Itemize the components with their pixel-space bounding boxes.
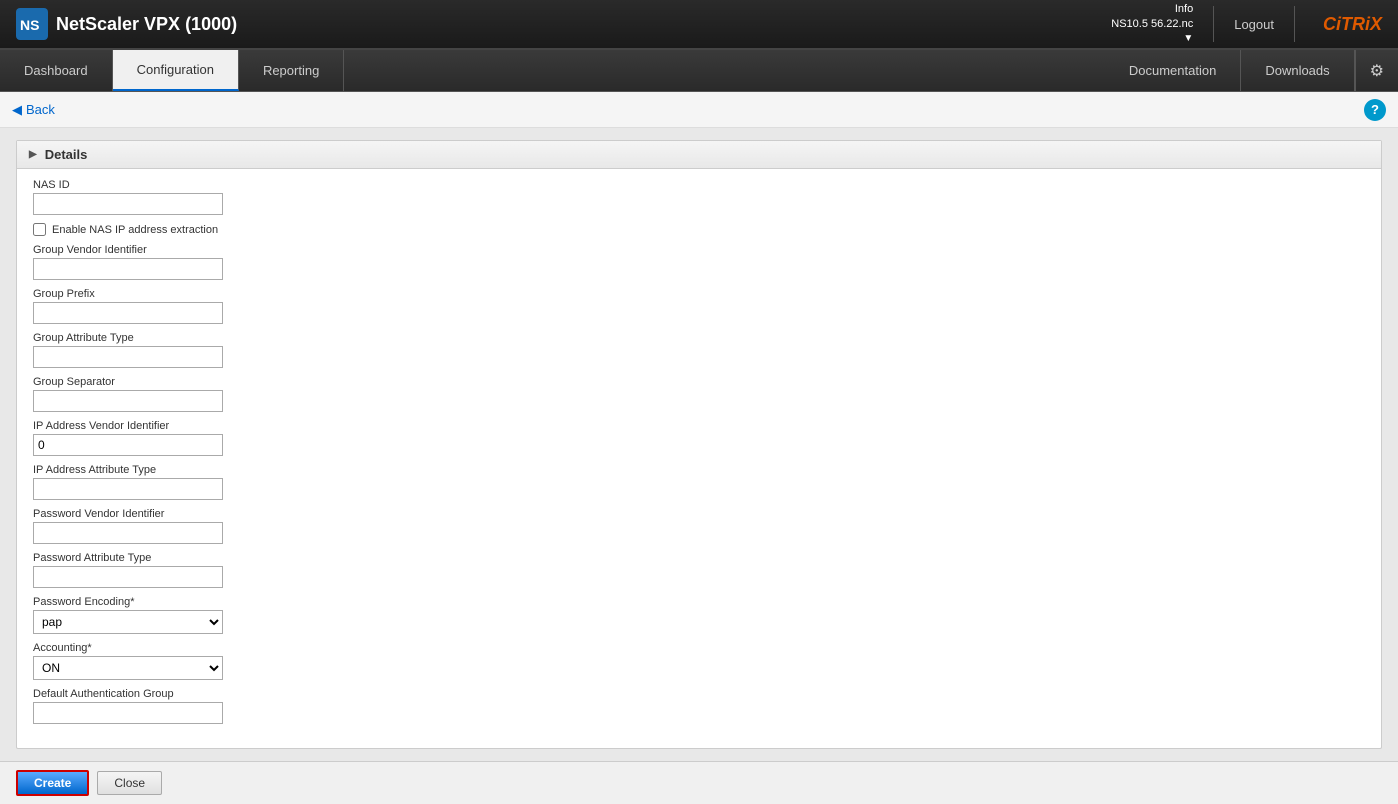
group-prefix-input[interactable] bbox=[33, 302, 223, 324]
panel-header: ▶ Details bbox=[17, 141, 1381, 169]
navbar: Dashboard Configuration Reporting Docume… bbox=[0, 50, 1398, 92]
group-attribute-type-label: Group Attribute Type bbox=[33, 332, 1365, 344]
enable-nas-group: Enable NAS IP address extraction bbox=[33, 223, 1365, 236]
nav-reporting[interactable]: Reporting bbox=[239, 50, 344, 91]
group-prefix-label: Group Prefix bbox=[33, 288, 1365, 300]
footer: Create Close bbox=[0, 761, 1398, 804]
topbar-right: Info NS10.5 56.22.nc ▼ Logout CiTRiX bbox=[1111, 2, 1382, 47]
password-vendor-identifier-group: Password Vendor Identifier bbox=[33, 508, 1365, 544]
version-dropdown-icon[interactable]: ▼ bbox=[1113, 32, 1193, 46]
enable-nas-label: Enable NAS IP address extraction bbox=[52, 224, 218, 236]
panel-body: NAS ID Enable NAS IP address extraction … bbox=[17, 169, 1381, 748]
ip-address-attribute-type-label: IP Address Attribute Type bbox=[33, 464, 1365, 476]
password-encoding-label: Password Encoding* bbox=[33, 596, 1365, 608]
accounting-select[interactable]: ON OFF bbox=[33, 656, 223, 680]
group-attribute-type-input[interactable] bbox=[33, 346, 223, 368]
group-vendor-identifier-label: Group Vendor Identifier bbox=[33, 244, 1365, 256]
default-authentication-group-label: Default Authentication Group bbox=[33, 688, 1365, 700]
ip-address-vendor-identifier-input[interactable] bbox=[33, 434, 223, 456]
help-button[interactable]: ? bbox=[1364, 99, 1386, 121]
nas-id-label: NAS ID bbox=[33, 179, 1365, 191]
accounting-label: Accounting* bbox=[33, 642, 1365, 654]
back-arrow-icon: ◀ bbox=[12, 102, 22, 118]
ip-address-attribute-type-input[interactable] bbox=[33, 478, 223, 500]
group-prefix-group: Group Prefix bbox=[33, 288, 1365, 324]
nas-id-group: NAS ID bbox=[33, 179, 1365, 215]
password-vendor-identifier-input[interactable] bbox=[33, 522, 223, 544]
nas-id-input[interactable] bbox=[33, 193, 223, 215]
backbar: ◀ Back ? bbox=[0, 92, 1398, 128]
password-attribute-type-label: Password Attribute Type bbox=[33, 552, 1365, 564]
settings-icon: ⚙ bbox=[1370, 61, 1384, 81]
password-encoding-select[interactable]: pap chap mschapv1 mschapv2 encryptedmsch… bbox=[33, 610, 223, 634]
enable-nas-checkbox[interactable] bbox=[33, 223, 46, 236]
default-authentication-group-group: Default Authentication Group bbox=[33, 688, 1365, 724]
details-panel: ▶ Details NAS ID Enable NAS IP address e… bbox=[16, 140, 1382, 749]
nav-downloads[interactable]: Downloads bbox=[1241, 50, 1354, 91]
ip-address-vendor-identifier-group: IP Address Vendor Identifier bbox=[33, 420, 1365, 456]
group-separator-input[interactable] bbox=[33, 390, 223, 412]
app-logo: NS NetScaler VPX (1000) bbox=[16, 8, 1111, 40]
topbar: NS NetScaler VPX (1000) Info NS10.5 56.2… bbox=[0, 0, 1398, 50]
password-attribute-type-input[interactable] bbox=[33, 566, 223, 588]
topbar-divider2 bbox=[1294, 6, 1295, 42]
nav-configuration[interactable]: Configuration bbox=[113, 50, 239, 91]
logout-button[interactable]: Logout bbox=[1226, 17, 1282, 32]
default-authentication-group-input[interactable] bbox=[33, 702, 223, 724]
nav-spacer bbox=[344, 50, 1105, 91]
accounting-group: Accounting* ON OFF bbox=[33, 642, 1365, 680]
close-button[interactable]: Close bbox=[97, 771, 162, 795]
group-vendor-identifier-group: Group Vendor Identifier bbox=[33, 244, 1365, 280]
app-title: NetScaler VPX (1000) bbox=[56, 14, 237, 35]
svg-text:NS: NS bbox=[20, 17, 39, 33]
password-encoding-group: Password Encoding* pap chap mschapv1 msc… bbox=[33, 596, 1365, 634]
nav-dashboard[interactable]: Dashboard bbox=[0, 50, 113, 91]
ip-address-vendor-identifier-label: IP Address Vendor Identifier bbox=[33, 420, 1365, 432]
nav-documentation[interactable]: Documentation bbox=[1105, 50, 1241, 91]
settings-button[interactable]: ⚙ bbox=[1355, 50, 1398, 91]
group-vendor-identifier-input[interactable] bbox=[33, 258, 223, 280]
group-attribute-type-group: Group Attribute Type bbox=[33, 332, 1365, 368]
password-vendor-identifier-label: Password Vendor Identifier bbox=[33, 508, 1365, 520]
group-separator-label: Group Separator bbox=[33, 376, 1365, 388]
password-attribute-type-group: Password Attribute Type bbox=[33, 552, 1365, 588]
main-content: ▶ Details NAS ID Enable NAS IP address e… bbox=[0, 128, 1398, 761]
create-button[interactable]: Create bbox=[16, 770, 89, 796]
ip-address-attribute-type-group: IP Address Attribute Type bbox=[33, 464, 1365, 500]
panel-collapse-icon[interactable]: ▶ bbox=[29, 149, 37, 160]
version-info: Info NS10.5 56.22.nc ▼ bbox=[1111, 2, 1193, 47]
topbar-divider bbox=[1213, 6, 1214, 42]
version-text: NS10.5 56.22.nc bbox=[1111, 17, 1193, 32]
back-button[interactable]: ◀ Back bbox=[12, 102, 55, 118]
citrix-logo: CiTRiX bbox=[1323, 14, 1382, 35]
panel-title: Details bbox=[45, 147, 88, 162]
info-label: Info bbox=[1111, 2, 1193, 17]
ns-logo-icon: NS bbox=[16, 8, 48, 40]
group-separator-group: Group Separator bbox=[33, 376, 1365, 412]
